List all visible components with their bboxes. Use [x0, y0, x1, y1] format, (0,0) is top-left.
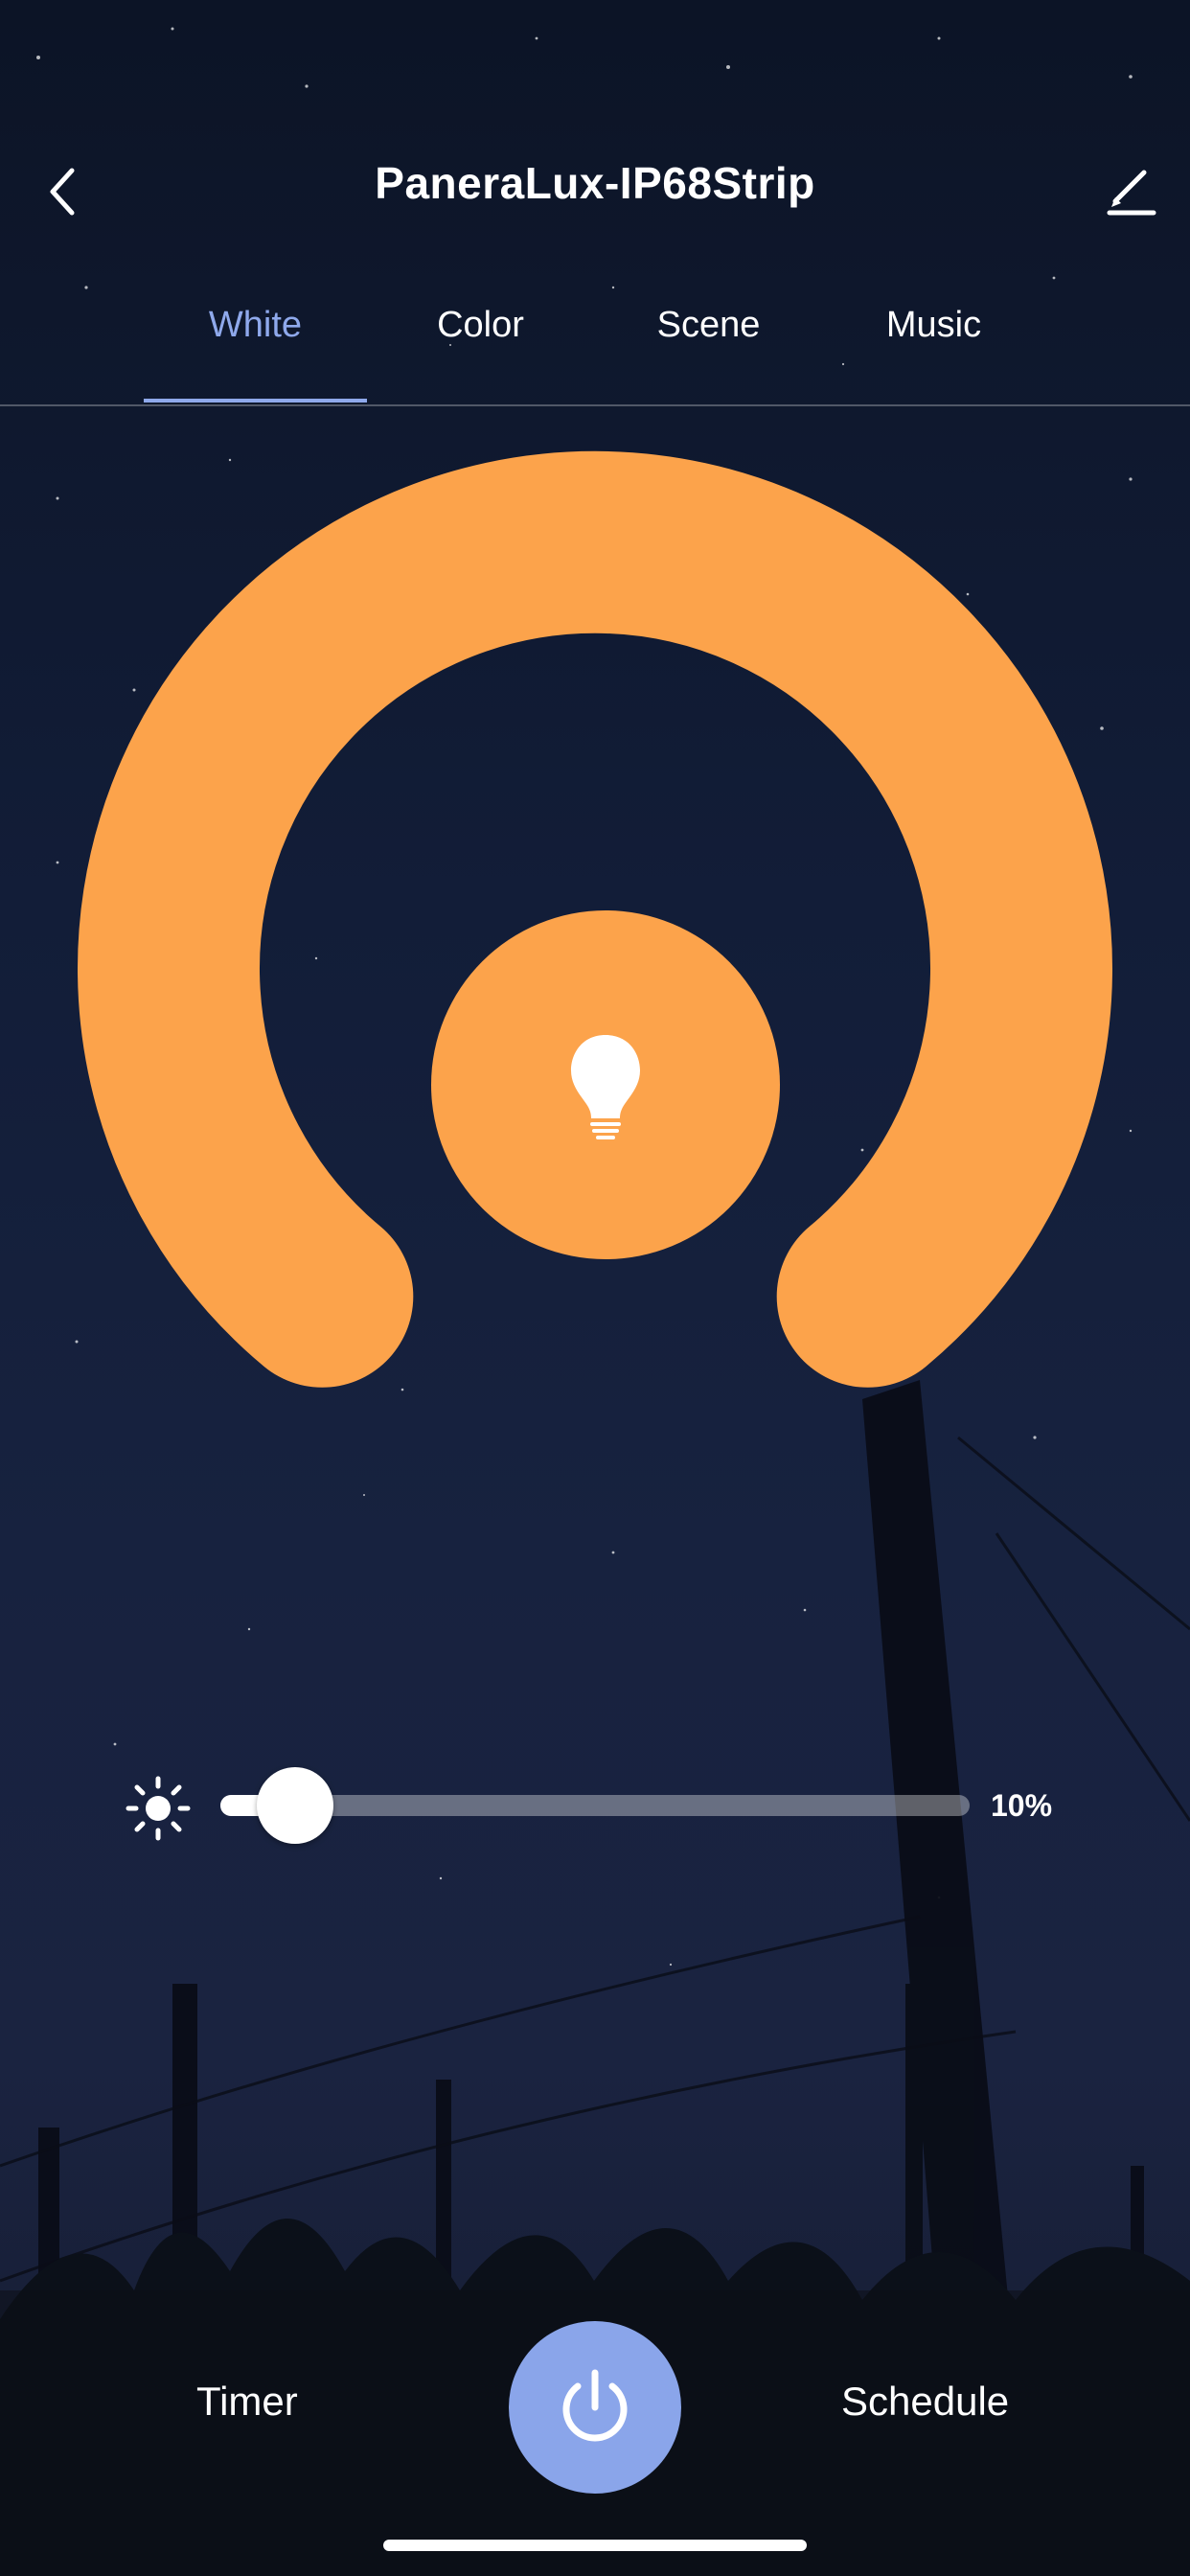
- schedule-button[interactable]: Schedule: [841, 2379, 1009, 2425]
- brightness-percent: 10%: [991, 1788, 1053, 1823]
- power-icon: [562, 2369, 628, 2442]
- brightness-slider-thumb[interactable]: [257, 1767, 334, 1844]
- timer-button[interactable]: Timer: [196, 2379, 298, 2425]
- power-button[interactable]: [509, 2321, 681, 2494]
- brightness-slider[interactable]: [220, 1767, 970, 1844]
- home-indicator: [383, 2540, 807, 2551]
- color-temperature-dial[interactable]: [0, 0, 1190, 1533]
- sun-icon: [126, 1776, 191, 1841]
- bottom-bar: Timer Schedule: [0, 2290, 1190, 2576]
- brightness-slider-row: 10%: [0, 1763, 1190, 1848]
